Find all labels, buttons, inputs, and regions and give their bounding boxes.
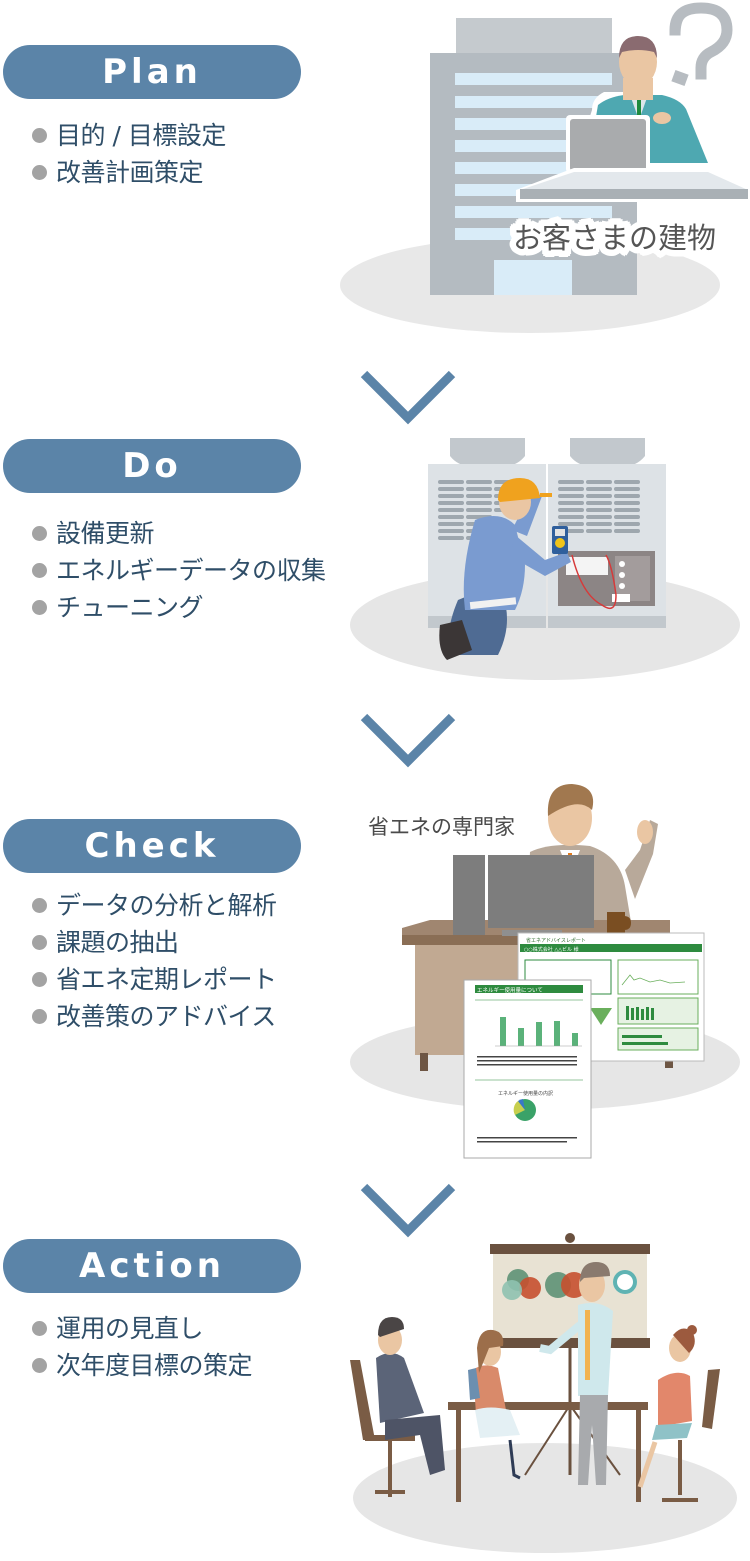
bullet-icon bbox=[32, 563, 47, 578]
stage-label-text: Check bbox=[84, 826, 220, 866]
stage-items-check: データの分析と解析 課題の抽出 省エネ定期レポート 改善策のアドバイス bbox=[32, 887, 277, 1035]
list-item: 次年度目標の策定 bbox=[32, 1347, 253, 1384]
caption-energy-expert: 省エネの専門家 bbox=[368, 815, 515, 839]
stage-label-action: Action bbox=[3, 1239, 301, 1293]
list-item: エネルギーデータの収集 bbox=[32, 552, 326, 589]
svg-text:○○株式会社 △△ビル 様: ○○株式会社 △△ビル 様 bbox=[524, 946, 579, 953]
bullet-icon bbox=[32, 165, 47, 180]
list-item: 省エネ定期レポート bbox=[32, 961, 277, 998]
stage-items-plan: 目的 / 目標設定 改善計画策定 bbox=[32, 117, 226, 191]
stage-plan: Plan 目的 / 目標設定 改善計画策定 お客さまの建物 bbox=[0, 0, 750, 340]
chevron-down-icon bbox=[360, 713, 456, 768]
bullet-icon bbox=[32, 1009, 47, 1024]
bullet-icon bbox=[32, 1321, 47, 1336]
building-door bbox=[494, 260, 572, 295]
bullet-icon bbox=[32, 1358, 47, 1373]
bullet-icon bbox=[32, 972, 47, 987]
stage-items-action: 運用の見直し 次年度目標の策定 bbox=[32, 1310, 253, 1384]
stage-do: Do 設備更新 エネルギーデータの収集 チューニング bbox=[0, 420, 750, 700]
bullet-icon bbox=[32, 526, 47, 541]
list-item: 設備更新 bbox=[32, 515, 326, 552]
list-item: 運用の見直し bbox=[32, 1310, 252, 1347]
svg-text:エネルギー使用量の内訳: エネルギー使用量の内訳 bbox=[498, 1090, 553, 1097]
report-front: エネルギー使用量について エネルギー使用量の内訳 bbox=[463, 979, 592, 1159]
stage-label-text: Action bbox=[79, 1246, 225, 1286]
list-item: 改善策のアドバイス bbox=[32, 998, 277, 1035]
list-item: 目的 / 目標設定 bbox=[32, 117, 226, 154]
stage-label-check: Check bbox=[3, 819, 301, 873]
bullet-icon bbox=[32, 898, 47, 913]
bullet-icon bbox=[32, 935, 47, 950]
stage-label-text: Do bbox=[122, 446, 182, 486]
stage-label-do: Do bbox=[3, 439, 301, 493]
chevron-down-icon bbox=[360, 370, 456, 425]
stage-label-text: Plan bbox=[102, 52, 202, 92]
building-top bbox=[456, 18, 612, 58]
stage-action: Action 運用の見直し 次年度目標の策定 bbox=[0, 1220, 750, 1561]
meeting-illustration bbox=[350, 1233, 737, 1553]
bullet-icon bbox=[32, 128, 47, 143]
list-item: データの分析と解析 bbox=[32, 887, 277, 924]
svg-text:エネルギー使用量について: エネルギー使用量について bbox=[477, 986, 543, 994]
list-item: 課題の抽出 bbox=[32, 924, 277, 961]
stage-label-plan: Plan bbox=[3, 45, 301, 99]
stage-items-do: 設備更新 エネルギーデータの収集 チューニング bbox=[32, 515, 326, 626]
presentation-board bbox=[490, 1233, 650, 1476]
question-mark-icon bbox=[669, 2, 733, 87]
worker-maintenance-illustration bbox=[350, 438, 740, 680]
energy-expert-illustration: 省エネの専門家 省エネアドバイスレポート ○○株式会社 △△ビル 様 エネルギー… bbox=[350, 784, 740, 1159]
list-item: チューニング bbox=[32, 589, 326, 626]
stage-check: Check データの分析と解析 課題の抽出 省エネ定期レポート 改善策のアドバイ… bbox=[0, 780, 750, 1180]
list-item: 改善計画策定 bbox=[32, 154, 226, 191]
caption-customer-building: お客さまの建物 bbox=[513, 221, 716, 255]
svg-text:省エネアドバイスレポート: 省エネアドバイスレポート bbox=[526, 937, 586, 944]
bullet-icon bbox=[32, 600, 47, 615]
computer bbox=[453, 855, 594, 936]
customer-building-illustration: お客さまの建物 bbox=[340, 2, 750, 333]
